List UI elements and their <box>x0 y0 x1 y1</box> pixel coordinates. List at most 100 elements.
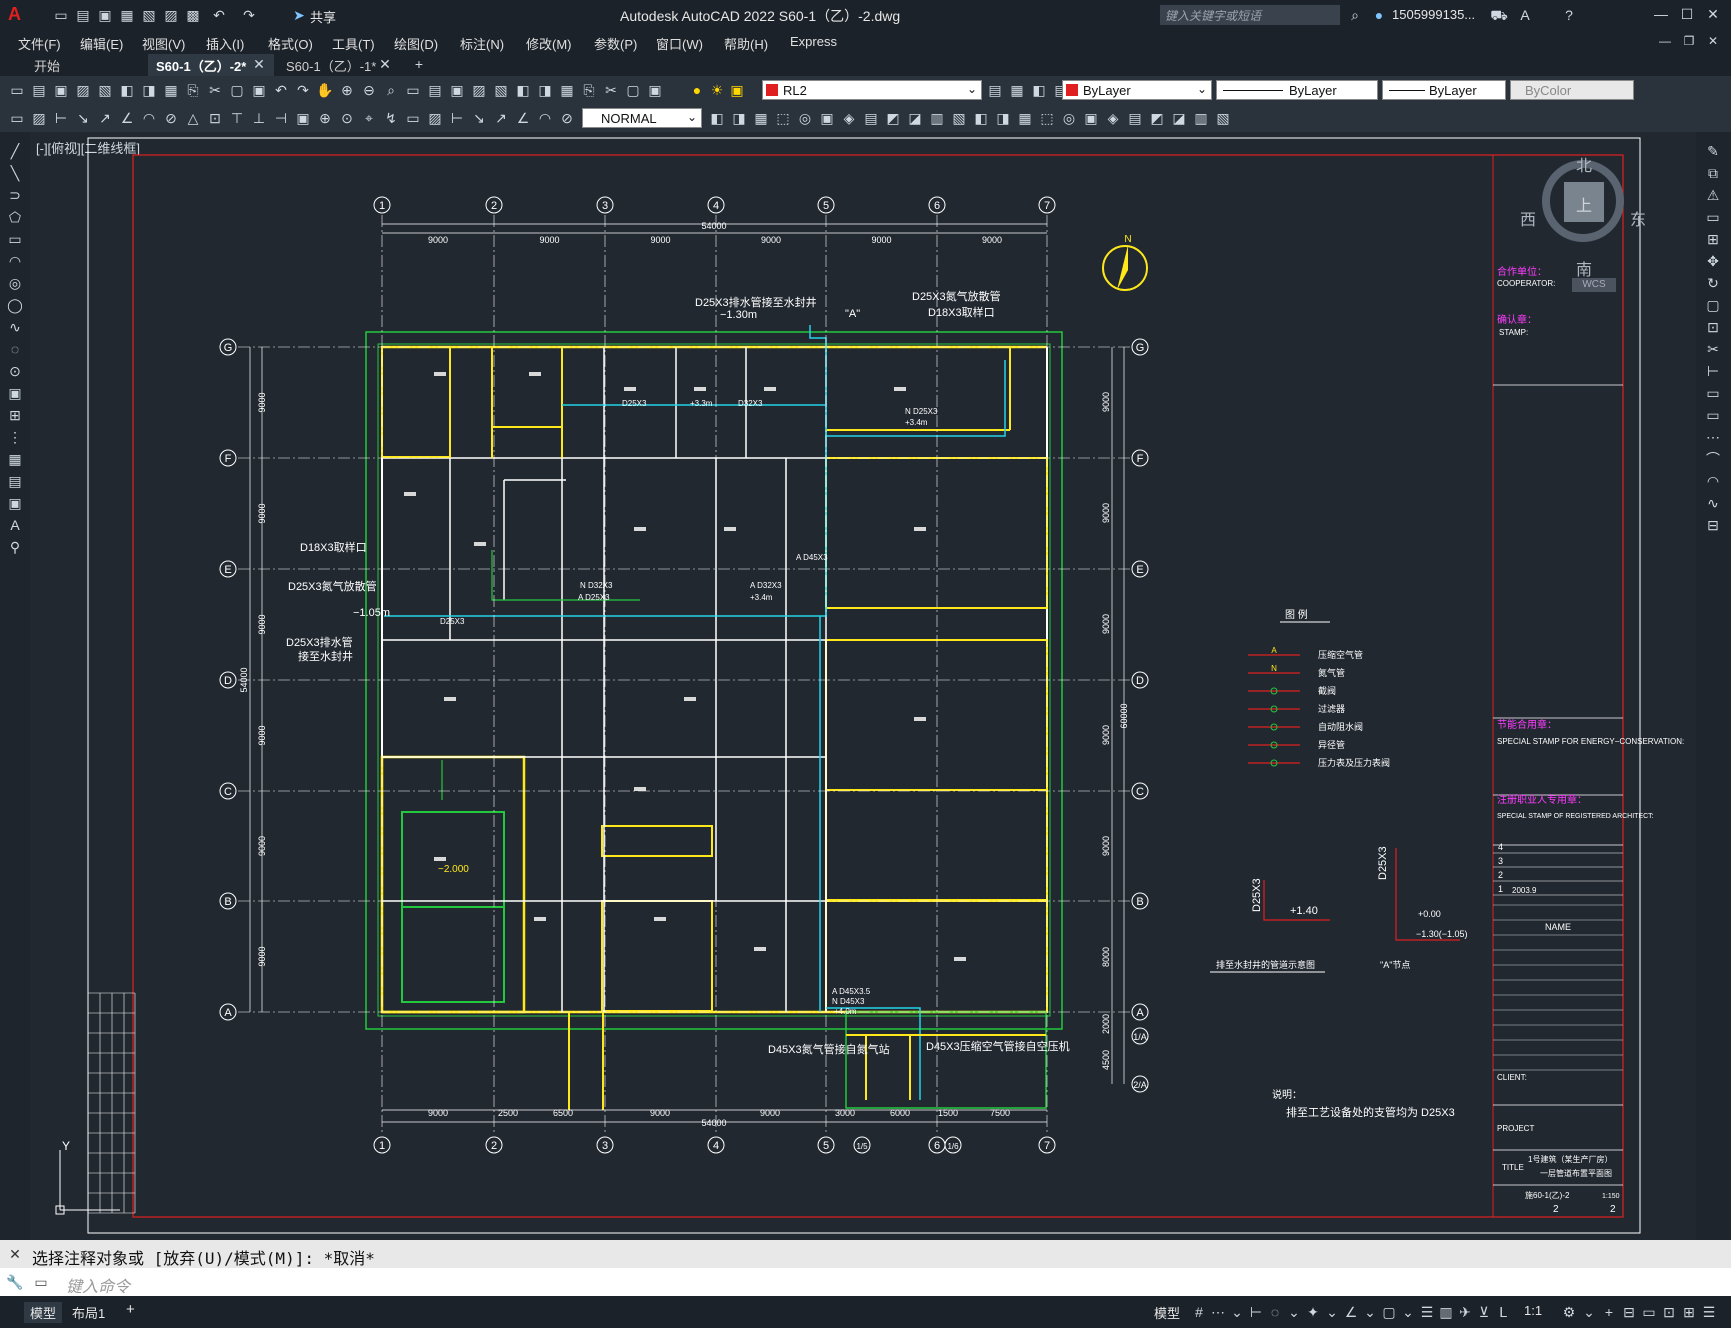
menu-window[interactable]: 窗口(W) <box>656 34 703 53</box>
open-file-icon[interactable]: ▤ <box>74 6 92 24</box>
toolbar-tool-icon[interactable]: ▦ <box>162 81 180 99</box>
modify-tool-icon[interactable]: ▢ <box>1704 296 1722 314</box>
view-tool-icon[interactable]: ◎ <box>796 109 814 127</box>
draw-tool-icon[interactable]: ╱ <box>6 142 24 160</box>
status-settings-icon[interactable]: ▭ <box>1640 1303 1658 1321</box>
view-tool-icon[interactable]: ▧ <box>1214 109 1232 127</box>
toolbar-tool-icon[interactable]: ▧ <box>96 81 114 99</box>
status-toggle-icon[interactable]: ☰ <box>1418 1303 1436 1321</box>
dim-tool-icon[interactable]: ▭ <box>404 109 422 127</box>
modify-tool-icon[interactable]: ↻ <box>1704 274 1722 292</box>
modify-tool-icon[interactable]: ✎ <box>1704 142 1722 160</box>
dim-tool-icon[interactable]: ↘ <box>74 109 92 127</box>
draw-tool-icon[interactable]: ◎ <box>6 274 24 292</box>
view-tool-icon[interactable]: ⬚ <box>1038 109 1056 127</box>
menu-modify[interactable]: 修改(M) <box>526 34 572 53</box>
autodesk-a360-icon[interactable]: A <box>1516 6 1534 24</box>
dim-tool-icon[interactable]: ⊙ <box>338 109 356 127</box>
toolbar-tool-icon[interactable]: ✂ <box>206 81 224 99</box>
status-toggle-icon[interactable]: ◌ <box>1266 1303 1284 1321</box>
tab-start[interactable]: 开始 <box>26 54 152 78</box>
status-toggle-icon[interactable]: Ⅼ <box>1494 1303 1512 1321</box>
dim-tool-icon[interactable]: ⊕ <box>316 109 334 127</box>
dimstyle-dropdown[interactable]: NORMAL ⌄ <box>582 108 702 128</box>
new-file-icon[interactable]: ▭ <box>52 6 70 24</box>
status-toggle-icon[interactable]: ⊻ <box>1475 1303 1493 1321</box>
modify-tool-icon[interactable]: ⧉ <box>1704 164 1722 182</box>
draw-tool-icon[interactable]: ╲ <box>6 164 24 182</box>
search-icon[interactable]: ⌕ <box>1346 6 1364 24</box>
toolbar-tool-icon[interactable]: ▧ <box>492 81 510 99</box>
user-icon[interactable]: ● <box>1370 6 1388 24</box>
toolbar-tool-icon[interactable]: ▨ <box>470 81 488 99</box>
draw-tool-icon[interactable]: ▣ <box>6 494 24 512</box>
dim-tool-icon[interactable]: ↗ <box>96 109 114 127</box>
view-tool-icon[interactable]: ◩ <box>1148 109 1166 127</box>
view-cube[interactable]: 上 北 南 东 西 WCS <box>1520 152 1650 292</box>
user-name[interactable]: 1505999135... <box>1392 7 1475 22</box>
menu-tools[interactable]: 工具(T) <box>332 34 375 53</box>
command-close-icon[interactable]: ✕ <box>6 1245 24 1263</box>
dim-tool-icon[interactable]: ▨ <box>30 109 48 127</box>
modify-tool-icon[interactable]: ▭ <box>1704 384 1722 402</box>
view-tool-icon[interactable]: ◈ <box>1104 109 1122 127</box>
view-tool-icon[interactable]: ▦ <box>1016 109 1034 127</box>
view-tool-icon[interactable]: ▧ <box>950 109 968 127</box>
status-settings-icon[interactable]: ⊟ <box>1620 1303 1638 1321</box>
view-tool-icon[interactable]: ▥ <box>928 109 946 127</box>
view-tool-icon[interactable]: ◪ <box>1170 109 1188 127</box>
view-tool-icon[interactable]: ▣ <box>1082 109 1100 127</box>
toolbar-tool-icon[interactable]: ▢ <box>624 81 642 99</box>
toolbar-tool-icon[interactable]: ↷ <box>294 81 312 99</box>
toolbar-tool-icon[interactable]: ✋ <box>316 81 334 99</box>
dim-tool-icon[interactable]: ▣ <box>294 109 312 127</box>
dim-tool-icon[interactable]: ⊡ <box>206 109 224 127</box>
modify-tool-icon[interactable]: ◠ <box>1704 472 1722 490</box>
status-toggle-icon[interactable]: ✈ <box>1456 1303 1474 1321</box>
tab-close-icon[interactable]: ✕ <box>376 55 394 73</box>
print-preview-icon[interactable]: ▩ <box>184 6 202 24</box>
draw-tool-icon[interactable]: A <box>6 516 24 534</box>
modify-tool-icon[interactable]: ⊡ <box>1704 318 1722 336</box>
modify-tool-icon[interactable]: ⊞ <box>1704 230 1722 248</box>
menu-file[interactable]: 文件(F) <box>18 34 61 53</box>
undo-icon[interactable]: ↶ <box>210 6 228 24</box>
draw-tool-icon[interactable]: ◠ <box>6 252 24 270</box>
dim-tool-icon[interactable]: ⊘ <box>162 109 180 127</box>
cart-icon[interactable]: ⛟ <box>1490 6 1508 24</box>
menu-help[interactable]: 帮助(H) <box>724 34 768 53</box>
status-toggle-icon[interactable]: ⌄ <box>1285 1303 1303 1321</box>
toolbar-tool-icon[interactable]: ▭ <box>8 81 26 99</box>
minimize-icon[interactable]: — <box>1652 5 1670 23</box>
plot-icon[interactable]: ▧ <box>140 6 158 24</box>
draw-tool-icon[interactable]: ∿ <box>6 318 24 336</box>
layer-on-icon[interactable]: ● <box>688 81 706 99</box>
toolbar-tool-icon[interactable]: ↶ <box>272 81 290 99</box>
toolbar-tool-icon[interactable]: ◧ <box>118 81 136 99</box>
dim-tool-icon[interactable]: ⊤ <box>228 109 246 127</box>
modify-tool-icon[interactable]: ∿ <box>1704 494 1722 512</box>
modify-tool-icon[interactable]: ⊢ <box>1704 362 1722 380</box>
toolbar-tool-icon[interactable]: ▤ <box>30 81 48 99</box>
toolbar-tool-icon[interactable]: ⎘ <box>184 81 202 99</box>
redo-icon[interactable]: ↷ <box>240 6 258 24</box>
view-tool-icon[interactable]: ◧ <box>972 109 990 127</box>
view-tool-icon[interactable]: ▥ <box>1192 109 1210 127</box>
toolbar-tool-icon[interactable]: ▢ <box>228 81 246 99</box>
status-toggle-icon[interactable]: ⌄ <box>1361 1303 1379 1321</box>
command-input-placeholder[interactable]: 键入命令 <box>66 1273 130 1297</box>
save-icon[interactable]: ▣ <box>96 6 114 24</box>
new-tab-icon[interactable]: + <box>410 55 428 73</box>
status-toggle-icon[interactable]: # <box>1190 1303 1208 1321</box>
view-tool-icon[interactable]: ▦ <box>752 109 770 127</box>
plotstyle-dropdown[interactable]: ByColor <box>1510 80 1634 100</box>
toolbar-tool-icon[interactable]: ▣ <box>448 81 466 99</box>
lineweight-dropdown[interactable]: ByLayer <box>1382 80 1506 100</box>
status-toggle-icon[interactable]: ⋯ <box>1209 1303 1227 1321</box>
toolbar-tool-icon[interactable]: ▨ <box>74 81 92 99</box>
customize-icon[interactable]: 🔧 <box>6 1273 24 1291</box>
view-tool-icon[interactable]: ◨ <box>994 109 1012 127</box>
draw-tool-icon[interactable]: ◌ <box>6 340 24 358</box>
dim-tool-icon[interactable]: ⌖ <box>360 109 378 127</box>
dim-tool-icon[interactable]: ↘ <box>470 109 488 127</box>
